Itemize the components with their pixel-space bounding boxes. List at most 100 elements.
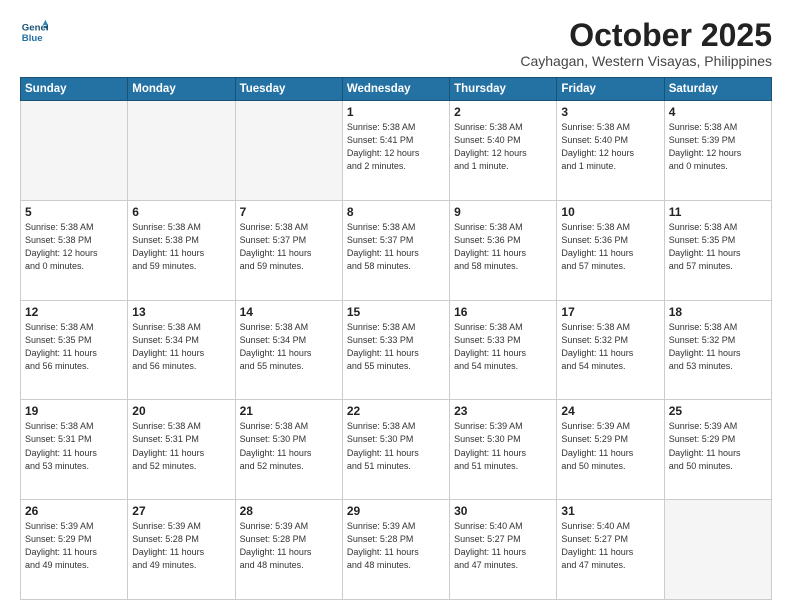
col-header-wednesday: Wednesday	[342, 78, 449, 101]
day-number: 26	[25, 504, 123, 518]
day-number: 19	[25, 404, 123, 418]
day-number: 29	[347, 504, 445, 518]
col-header-friday: Friday	[557, 78, 664, 101]
day-info: Sunrise: 5:38 AM Sunset: 5:30 PM Dayligh…	[240, 420, 338, 472]
week-row-5: 26 Sunrise: 5:39 AM Sunset: 5:29 PM Dayli…	[21, 500, 772, 600]
day-number: 13	[132, 305, 230, 319]
page: General Blue October 2025 Cayhagan, West…	[0, 0, 792, 612]
day-cell	[664, 500, 771, 600]
logo-icon: General Blue	[20, 18, 48, 46]
day-number: 3	[561, 105, 659, 119]
day-cell: 24 Sunrise: 5:39 AM Sunset: 5:29 PM Dayli…	[557, 400, 664, 500]
day-number: 2	[454, 105, 552, 119]
day-info: Sunrise: 5:38 AM Sunset: 5:37 PM Dayligh…	[347, 221, 445, 273]
day-cell: 3 Sunrise: 5:38 AM Sunset: 5:40 PM Daylig…	[557, 101, 664, 201]
day-number: 11	[669, 205, 767, 219]
day-cell: 14Sunrise: 5:38 AM Sunset: 5:34 PM Dayli…	[235, 300, 342, 400]
day-info: Sunrise: 5:38 AM Sunset: 5:39 PM Dayligh…	[669, 121, 767, 173]
day-info: Sunrise: 5:38 AM Sunset: 5:34 PM Dayligh…	[132, 321, 230, 373]
week-row-2: 5 Sunrise: 5:38 AM Sunset: 5:38 PM Daylig…	[21, 200, 772, 300]
day-info: Sunrise: 5:40 AM Sunset: 5:27 PM Dayligh…	[561, 520, 659, 572]
col-header-monday: Monday	[128, 78, 235, 101]
day-info: Sunrise: 5:38 AM Sunset: 5:35 PM Dayligh…	[25, 321, 123, 373]
day-info: Sunrise: 5:38 AM Sunset: 5:40 PM Dayligh…	[561, 121, 659, 173]
day-info: Sunrise: 5:38 AM Sunset: 5:33 PM Dayligh…	[347, 321, 445, 373]
day-number: 30	[454, 504, 552, 518]
day-number: 23	[454, 404, 552, 418]
day-info: Sunrise: 5:38 AM Sunset: 5:36 PM Dayligh…	[561, 221, 659, 273]
day-info: Sunrise: 5:39 AM Sunset: 5:29 PM Dayligh…	[561, 420, 659, 472]
day-cell: 17Sunrise: 5:38 AM Sunset: 5:32 PM Dayli…	[557, 300, 664, 400]
day-cell	[128, 101, 235, 201]
week-row-1: 1 Sunrise: 5:38 AM Sunset: 5:41 PM Daylig…	[21, 101, 772, 201]
day-number: 24	[561, 404, 659, 418]
day-number: 15	[347, 305, 445, 319]
day-cell: 27Sunrise: 5:39 AM Sunset: 5:28 PM Dayli…	[128, 500, 235, 600]
day-info: Sunrise: 5:40 AM Sunset: 5:27 PM Dayligh…	[454, 520, 552, 572]
day-number: 9	[454, 205, 552, 219]
day-number: 8	[347, 205, 445, 219]
day-info: Sunrise: 5:38 AM Sunset: 5:32 PM Dayligh…	[669, 321, 767, 373]
day-cell: 7 Sunrise: 5:38 AM Sunset: 5:37 PM Daylig…	[235, 200, 342, 300]
day-cell: 28Sunrise: 5:39 AM Sunset: 5:28 PM Dayli…	[235, 500, 342, 600]
day-number: 25	[669, 404, 767, 418]
day-cell: 4 Sunrise: 5:38 AM Sunset: 5:39 PM Daylig…	[664, 101, 771, 201]
day-cell: 5 Sunrise: 5:38 AM Sunset: 5:38 PM Daylig…	[21, 200, 128, 300]
col-header-tuesday: Tuesday	[235, 78, 342, 101]
day-number: 18	[669, 305, 767, 319]
day-info: Sunrise: 5:39 AM Sunset: 5:29 PM Dayligh…	[669, 420, 767, 472]
day-info: Sunrise: 5:38 AM Sunset: 5:37 PM Dayligh…	[240, 221, 338, 273]
title-block: October 2025 Cayhagan, Western Visayas, …	[520, 18, 772, 69]
day-cell: 23 Sunrise: 5:39 AM Sunset: 5:30 PM Dayli…	[450, 400, 557, 500]
col-header-thursday: Thursday	[450, 78, 557, 101]
week-row-3: 12 Sunrise: 5:38 AM Sunset: 5:35 PM Dayli…	[21, 300, 772, 400]
day-info: Sunrise: 5:38 AM Sunset: 5:41 PM Dayligh…	[347, 121, 445, 173]
month-title: October 2025	[520, 18, 772, 53]
day-cell: 8 Sunrise: 5:38 AM Sunset: 5:37 PM Daylig…	[342, 200, 449, 300]
svg-text:Blue: Blue	[22, 33, 43, 44]
day-info: Sunrise: 5:39 AM Sunset: 5:28 PM Dayligh…	[347, 520, 445, 572]
day-info: Sunrise: 5:38 AM Sunset: 5:33 PM Dayligh…	[454, 321, 552, 373]
day-info: Sunrise: 5:38 AM Sunset: 5:40 PM Dayligh…	[454, 121, 552, 173]
day-info: Sunrise: 5:38 AM Sunset: 5:31 PM Dayligh…	[132, 420, 230, 472]
day-cell: 26 Sunrise: 5:39 AM Sunset: 5:29 PM Dayli…	[21, 500, 128, 600]
day-info: Sunrise: 5:38 AM Sunset: 5:38 PM Dayligh…	[132, 221, 230, 273]
day-number: 22	[347, 404, 445, 418]
day-number: 6	[132, 205, 230, 219]
week-row-4: 19 Sunrise: 5:38 AM Sunset: 5:31 PM Dayli…	[21, 400, 772, 500]
day-cell: 25 Sunrise: 5:39 AM Sunset: 5:29 PM Dayli…	[664, 400, 771, 500]
day-number: 16	[454, 305, 552, 319]
day-cell: 19Sunrise: 5:38 AM Sunset: 5:31 PM Dayli…	[21, 400, 128, 500]
col-header-sunday: Sunday	[21, 78, 128, 101]
day-number: 4	[669, 105, 767, 119]
day-cell: 18 Sunrise: 5:38 AM Sunset: 5:32 PM Dayli…	[664, 300, 771, 400]
day-info: Sunrise: 5:38 AM Sunset: 5:35 PM Dayligh…	[669, 221, 767, 273]
day-cell: 29 Sunrise: 5:39 AM Sunset: 5:28 PM Dayli…	[342, 500, 449, 600]
day-info: Sunrise: 5:38 AM Sunset: 5:38 PM Dayligh…	[25, 221, 123, 273]
location: Cayhagan, Western Visayas, Philippines	[520, 53, 772, 69]
day-cell: 16 Sunrise: 5:38 AM Sunset: 5:33 PM Dayli…	[450, 300, 557, 400]
day-info: Sunrise: 5:39 AM Sunset: 5:29 PM Dayligh…	[25, 520, 123, 572]
day-info: Sunrise: 5:39 AM Sunset: 5:28 PM Dayligh…	[240, 520, 338, 572]
day-cell	[235, 101, 342, 201]
day-number: 7	[240, 205, 338, 219]
header: General Blue October 2025 Cayhagan, West…	[20, 18, 772, 69]
day-cell: 10Sunrise: 5:38 AM Sunset: 5:36 PM Dayli…	[557, 200, 664, 300]
day-info: Sunrise: 5:38 AM Sunset: 5:36 PM Dayligh…	[454, 221, 552, 273]
day-number: 1	[347, 105, 445, 119]
day-cell: 22 Sunrise: 5:38 AM Sunset: 5:30 PM Dayli…	[342, 400, 449, 500]
day-cell: 2 Sunrise: 5:38 AM Sunset: 5:40 PM Daylig…	[450, 101, 557, 201]
logo: General Blue	[20, 18, 48, 46]
day-cell: 30 Sunrise: 5:40 AM Sunset: 5:27 PM Dayli…	[450, 500, 557, 600]
day-number: 21	[240, 404, 338, 418]
day-info: Sunrise: 5:39 AM Sunset: 5:28 PM Dayligh…	[132, 520, 230, 572]
day-cell: 1 Sunrise: 5:38 AM Sunset: 5:41 PM Daylig…	[342, 101, 449, 201]
day-number: 12	[25, 305, 123, 319]
day-cell	[21, 101, 128, 201]
day-info: Sunrise: 5:38 AM Sunset: 5:30 PM Dayligh…	[347, 420, 445, 472]
day-cell: 31Sunrise: 5:40 AM Sunset: 5:27 PM Dayli…	[557, 500, 664, 600]
day-number: 5	[25, 205, 123, 219]
day-cell: 9 Sunrise: 5:38 AM Sunset: 5:36 PM Daylig…	[450, 200, 557, 300]
day-info: Sunrise: 5:38 AM Sunset: 5:32 PM Dayligh…	[561, 321, 659, 373]
day-info: Sunrise: 5:39 AM Sunset: 5:30 PM Dayligh…	[454, 420, 552, 472]
